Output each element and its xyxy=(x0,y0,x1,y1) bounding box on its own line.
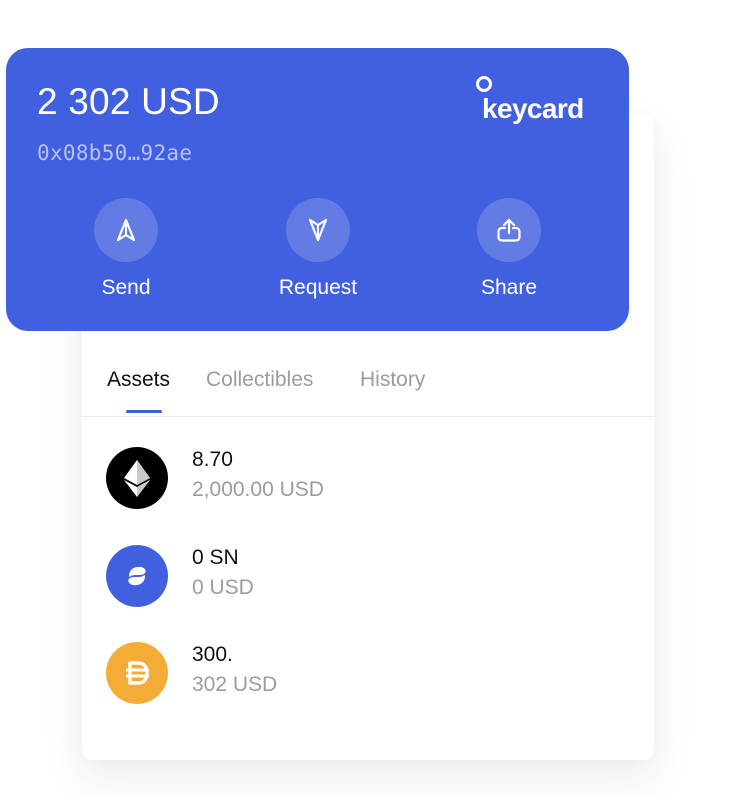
keycard-logo: keycard xyxy=(474,76,614,128)
asset-row-eth[interactable]: 8.70 2,000.00 USD xyxy=(82,444,654,514)
dai-icon xyxy=(106,642,168,704)
wallet-card: 2 302 USD 0x08b50…92ae keycard Send Requ… xyxy=(6,48,629,331)
send-button[interactable]: Send xyxy=(71,198,181,302)
tab-assets[interactable]: Assets xyxy=(107,368,170,392)
send-icon xyxy=(94,198,158,262)
asset-amount: 8.70 xyxy=(192,448,233,471)
asset-row-snt[interactable]: 0 SN 0 USD xyxy=(82,542,654,612)
asset-row-dai[interactable]: 300. 302 USD xyxy=(82,639,654,709)
request-label: Request xyxy=(278,276,358,299)
asset-amount-clip: 8.70 xyxy=(192,446,246,474)
asset-amount-clip: 300. xyxy=(192,641,246,669)
asset-amount: 300. xyxy=(192,643,233,666)
send-label: Send xyxy=(101,276,151,299)
wallet-address[interactable]: 0x08b50…92ae xyxy=(37,141,192,165)
share-icon xyxy=(477,198,541,262)
tab-history[interactable]: History xyxy=(360,368,425,392)
asset-fiat-value: 302 USD xyxy=(192,673,278,696)
request-icon xyxy=(286,198,350,262)
keycard-logo-ring xyxy=(476,76,492,92)
request-button[interactable]: Request xyxy=(263,198,373,302)
active-tab-indicator xyxy=(126,410,162,413)
share-label: Share xyxy=(480,276,538,299)
asset-amount: 0 SN xyxy=(192,546,239,569)
asset-fiat-value: 2,000.00 USD xyxy=(192,478,324,501)
asset-fiat-value: 0 USD xyxy=(192,576,254,599)
status-icon xyxy=(106,545,168,607)
tab-bar: Assets Collectibles History xyxy=(82,364,654,417)
tab-collectibles[interactable]: Collectibles xyxy=(206,368,313,392)
share-button[interactable]: Share xyxy=(454,198,564,302)
keycard-logo-text: keycard xyxy=(482,93,584,124)
wallet-balance: 2 302 USD xyxy=(37,81,220,122)
ethereum-icon xyxy=(106,447,168,509)
asset-amount-clip: 0 SN xyxy=(192,544,246,572)
